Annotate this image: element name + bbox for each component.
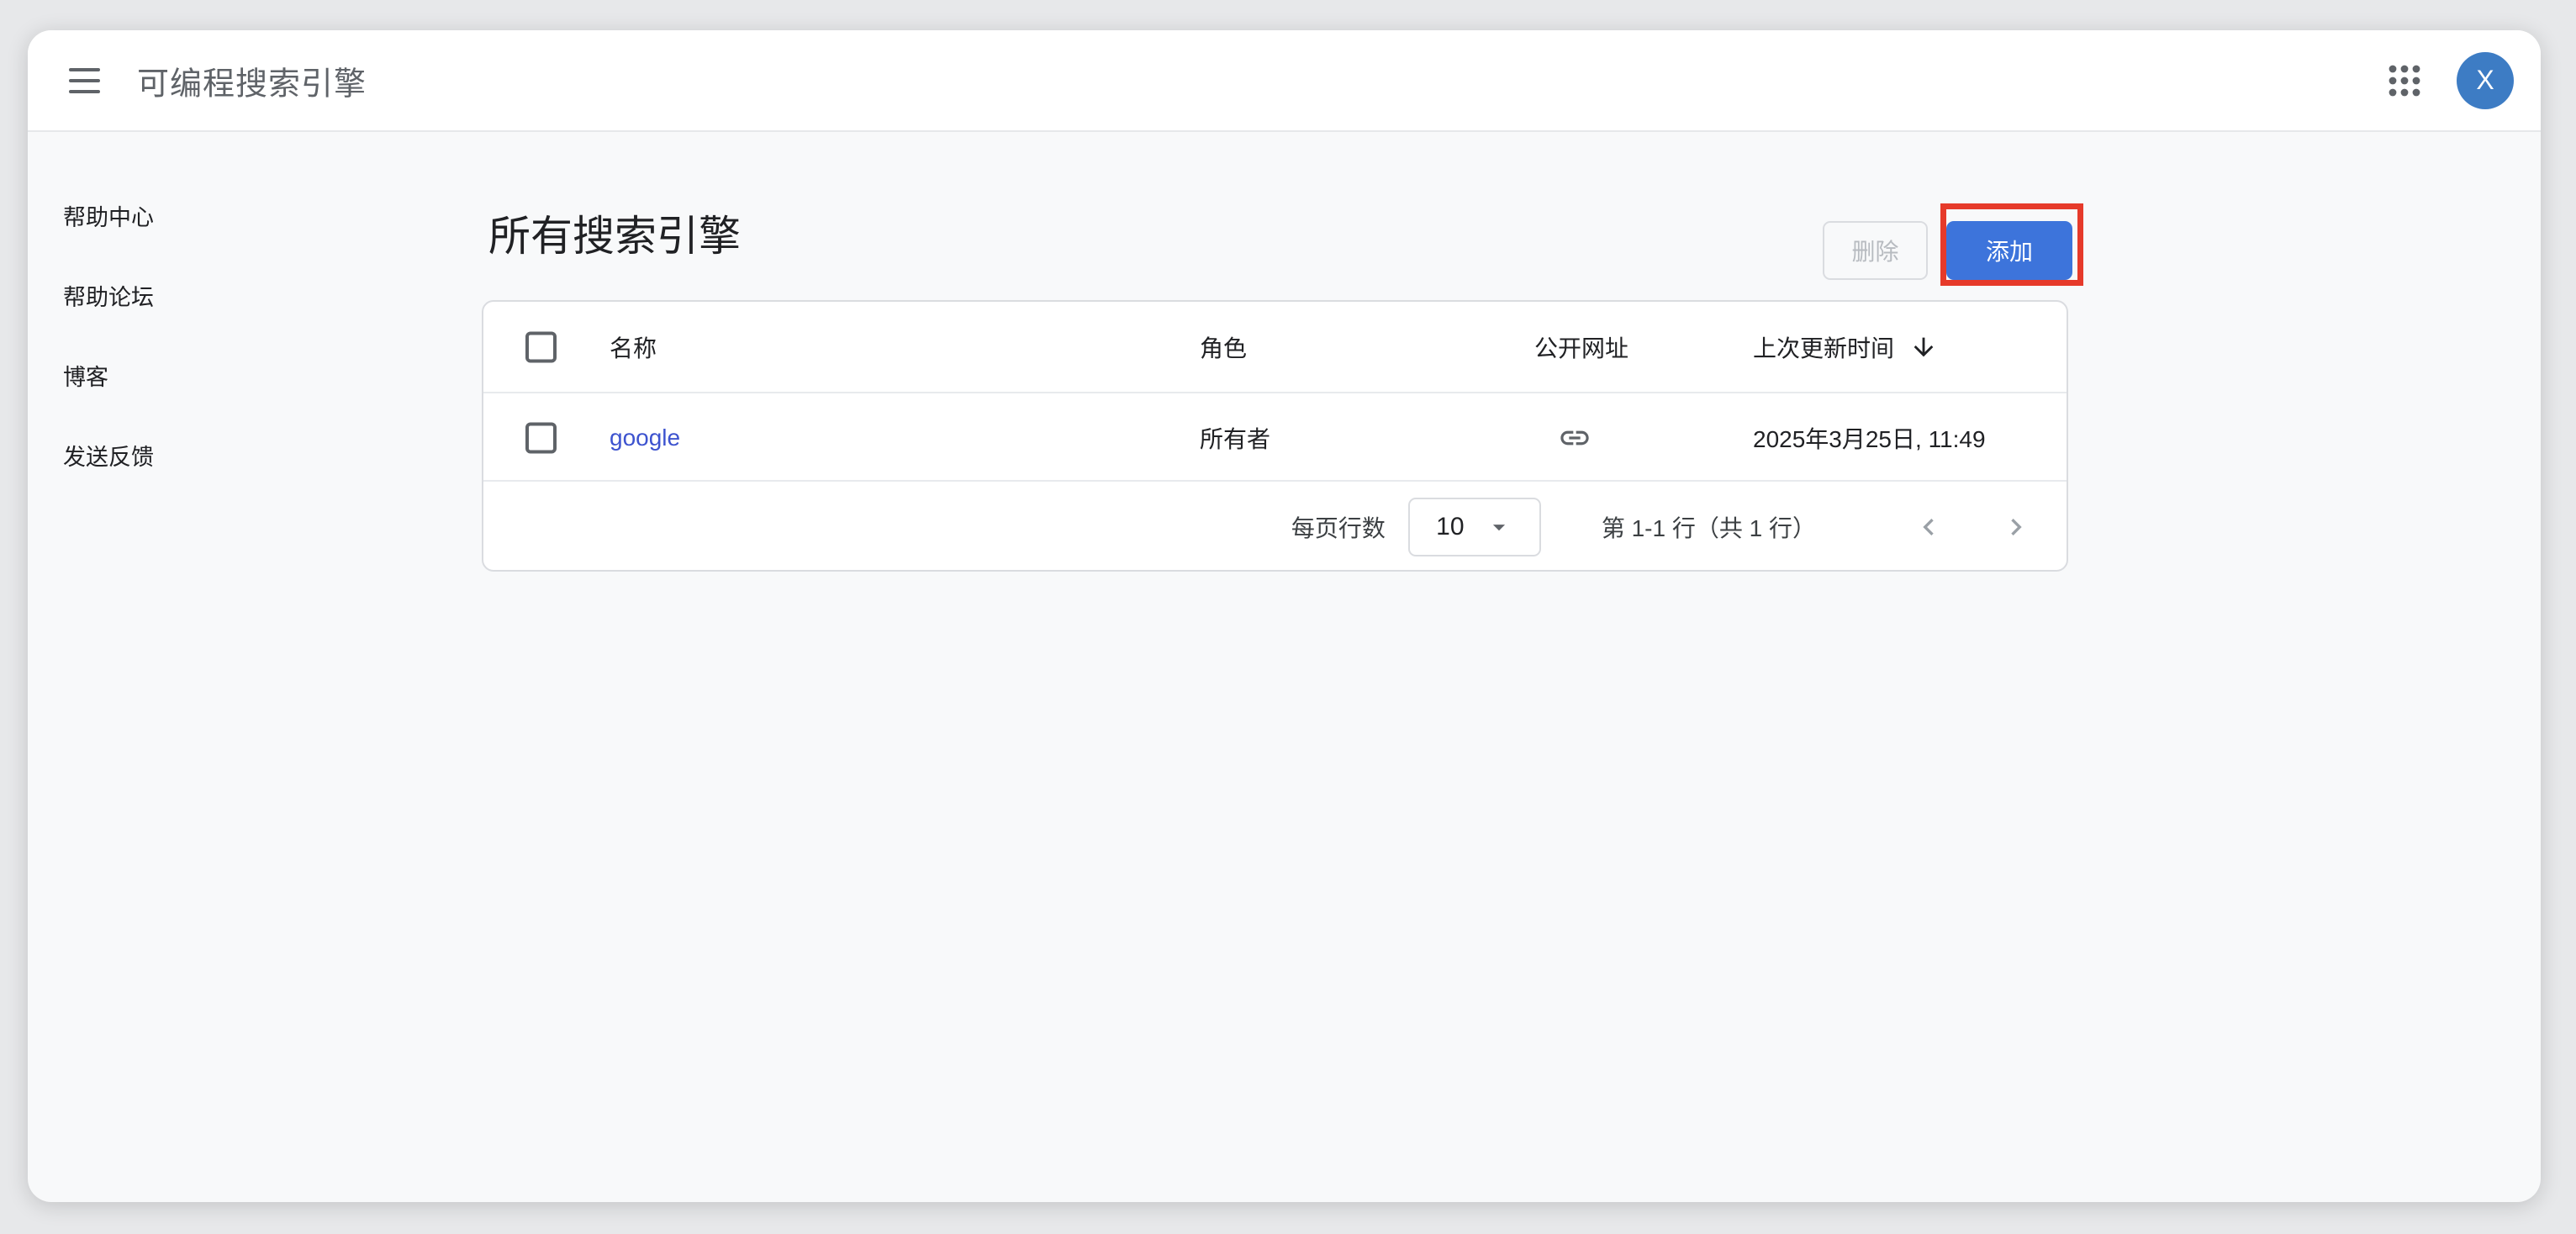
dropdown-caret-icon — [1485, 513, 1513, 541]
sidebar-item-send-feedback[interactable]: 发送反馈 — [63, 443, 154, 472]
engine-role: 所有者 — [1200, 421, 1270, 455]
select-all-checkbox[interactable] — [525, 331, 557, 362]
engine-name-link[interactable]: google — [610, 425, 680, 451]
avatar[interactable]: X — [2457, 52, 2514, 109]
avatar-letter: X — [2476, 65, 2494, 96]
search-engines-table: 名称 角色 公开网址 上次更新时间 google 所有者 2025年 — [482, 300, 2068, 572]
sidebar-item-blog[interactable]: 博客 — [63, 363, 108, 392]
column-header-public-url: 公开网址 — [1534, 330, 1628, 364]
link-icon[interactable] — [1558, 421, 1592, 455]
sort-descending-arrow-icon — [1909, 333, 1938, 361]
rows-per-page-value: 10 — [1436, 513, 1464, 541]
table-pagination: 每页行数 10 第 1-1 行（共 1 行） — [483, 483, 2067, 570]
delete-button[interactable]: 删除 — [1823, 221, 1928, 280]
app-bar: 可编程搜索引擎 X — [28, 30, 2541, 132]
pagination-range-label: 第 1-1 行（共 1 行） — [1602, 510, 1816, 544]
sidebar-item-help-center[interactable]: 帮助中心 — [63, 203, 154, 232]
sidebar-item-help-forum[interactable]: 帮助论坛 — [63, 283, 154, 312]
next-page-button[interactable] — [1999, 510, 2033, 544]
hamburger-menu-icon[interactable] — [69, 68, 100, 93]
chevron-right-icon — [1999, 510, 2033, 544]
table-header-row: 名称 角色 公开网址 上次更新时间 — [483, 302, 2067, 393]
previous-page-button[interactable] — [1912, 510, 1945, 544]
column-header-last-updated-label: 上次更新时间 — [1753, 330, 1894, 364]
add-button[interactable]: 添加 — [1946, 221, 2072, 280]
sidebar: 帮助中心 帮助论坛 博客 发送反馈 — [28, 132, 448, 1202]
apps-grid-icon[interactable] — [2389, 65, 2420, 97]
row-checkbox[interactable] — [525, 422, 557, 453]
app-title: 可编程搜索引擎 — [137, 57, 367, 103]
table-row: google 所有者 2025年3月25日, 11:49 — [483, 395, 2067, 482]
rows-per-page-select[interactable]: 10 — [1408, 498, 1541, 556]
column-header-role: 角色 — [1200, 330, 1247, 364]
column-header-name: 名称 — [610, 330, 657, 364]
chevron-left-icon — [1912, 510, 1945, 544]
app-window: 可编程搜索引擎 X 帮助中心 帮助论坛 博客 发送反馈 所有搜索引擎 删除 添加 — [28, 30, 2541, 1202]
column-header-last-updated[interactable]: 上次更新时间 — [1753, 330, 1938, 364]
engine-last-updated: 2025年3月25日, 11:49 — [1753, 421, 1986, 455]
rows-per-page-label: 每页行数 — [1291, 510, 1386, 544]
page-title: 所有搜索引擎 — [488, 210, 741, 262]
